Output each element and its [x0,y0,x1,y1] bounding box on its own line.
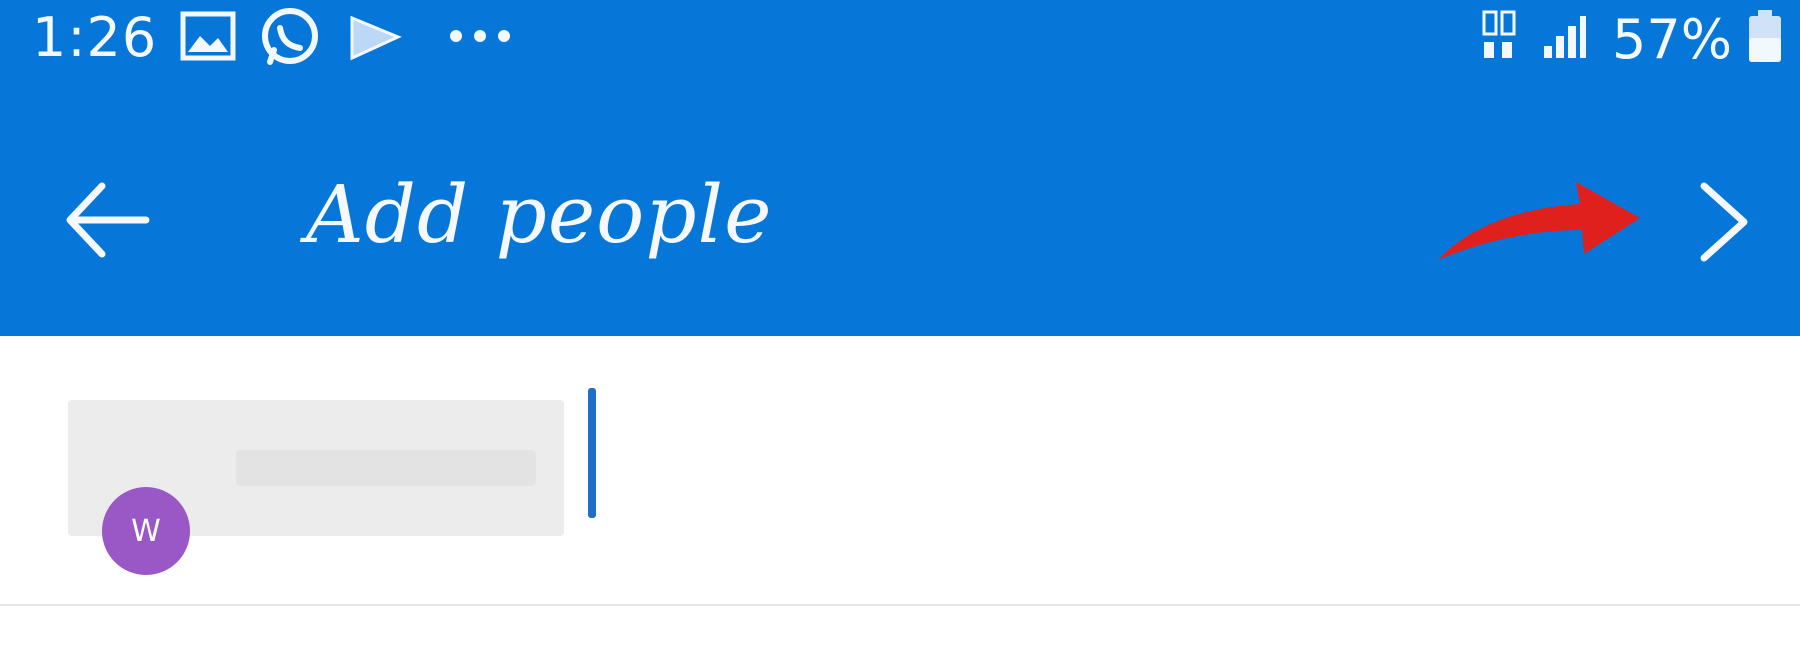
battery-icon [1746,8,1784,66]
status-bar: 1:26 57% [0,0,1800,80]
gallery-icon [180,10,236,62]
play-icon [346,12,402,62]
avatar: W [102,487,190,575]
back-arrow-icon [66,182,150,258]
recipient-chip[interactable]: W [68,400,564,575]
text-cursor[interactable] [588,388,596,518]
next-button[interactable] [1690,172,1760,272]
network-icon [1480,10,1520,62]
chevron-right-icon [1700,182,1748,262]
page-title: Add people [306,168,773,261]
battery-percent: 57% [1612,8,1733,71]
signal-icon [1540,12,1590,62]
red-arrow-annotation [1430,160,1650,270]
divider [0,604,1800,606]
status-time: 1:26 [32,6,158,69]
toolbar: Add people [0,120,1800,310]
back-button[interactable] [60,170,160,270]
app-bar: 1:26 57% Add people [0,0,1800,336]
whatsapp-icon [258,6,322,70]
recipient-name-redacted [236,450,536,486]
more-dots-icon [448,28,512,44]
recipients-area: W [0,336,1800,660]
